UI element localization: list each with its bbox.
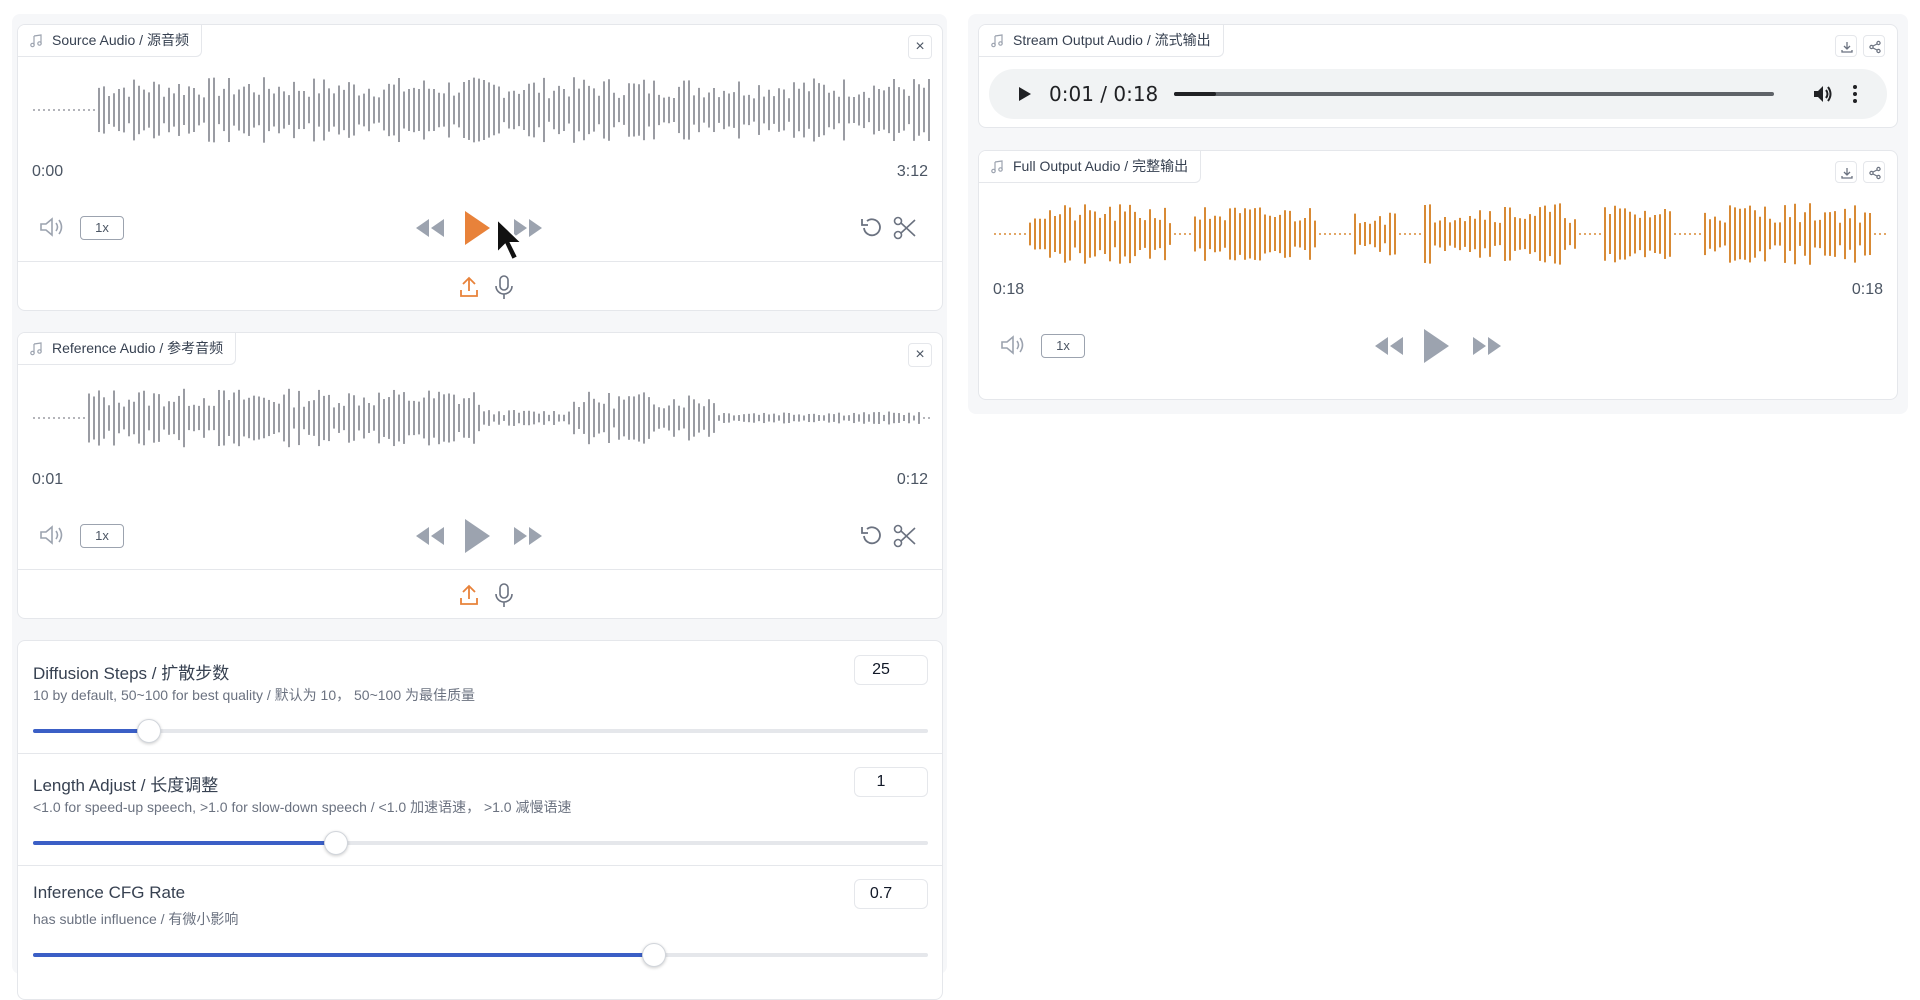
slider-track[interactable] bbox=[33, 719, 928, 743]
download-button[interactable] bbox=[1835, 35, 1857, 57]
play-icon[interactable] bbox=[462, 517, 492, 555]
mouse-cursor-icon bbox=[496, 217, 525, 262]
number-input[interactable]: 0.7 bbox=[854, 879, 928, 909]
skip-forward-icon[interactable] bbox=[511, 525, 545, 547]
slider-thumb[interactable] bbox=[323, 831, 348, 855]
slider-cfg-rate: Inference CFG Rate has subtle influence … bbox=[18, 865, 942, 977]
slider-info: has subtle influence / 有微小影响 bbox=[33, 911, 239, 927]
share-button[interactable] bbox=[1863, 161, 1885, 183]
slider-thumb[interactable] bbox=[642, 943, 667, 967]
upload-icon[interactable] bbox=[458, 275, 480, 299]
source-audio-panel: Source Audio / 源音频 × 0:00 3:12 1x bbox=[17, 24, 943, 311]
stream-output-label: Stream Output Audio / 流式输出 bbox=[979, 25, 1224, 57]
clear-button[interactable]: × bbox=[908, 35, 932, 59]
play-icon[interactable] bbox=[1421, 327, 1451, 365]
music-note-icon bbox=[991, 34, 1003, 48]
source-waveform[interactable] bbox=[32, 75, 932, 145]
volume-icon[interactable] bbox=[999, 333, 1029, 357]
slider-fill bbox=[33, 729, 150, 733]
play-icon[interactable] bbox=[1015, 85, 1033, 103]
slider-label: Length Adjust / 长度调整 bbox=[33, 776, 219, 795]
slider-info: 10 by default, 50~100 for best quality /… bbox=[33, 687, 476, 703]
reference-audio-label: Reference Audio / 参考音频 bbox=[18, 333, 237, 365]
slider-diffusion-steps: Diffusion Steps / 扩散步数 10 by default, 50… bbox=[18, 641, 942, 753]
number-input[interactable]: 25 bbox=[854, 655, 928, 685]
download-icon bbox=[1841, 42, 1853, 53]
undo-icon[interactable] bbox=[858, 215, 886, 241]
microphone-icon[interactable] bbox=[494, 582, 514, 608]
download-button[interactable] bbox=[1835, 161, 1857, 183]
current-time: 0:00 bbox=[32, 163, 64, 180]
skip-back-icon[interactable] bbox=[1372, 335, 1406, 357]
slider-fill bbox=[33, 953, 655, 957]
source-audio-label: Source Audio / 源音频 bbox=[18, 25, 202, 57]
current-time: 0:18 bbox=[993, 281, 1025, 298]
playback-rate-button[interactable]: 1x bbox=[1041, 334, 1085, 358]
divider bbox=[18, 569, 942, 570]
full-output-waveform[interactable] bbox=[993, 199, 1889, 269]
reference-audio-panel: Reference Audio / 参考音频 × 0:01 0:12 1x bbox=[17, 332, 943, 619]
slider-label: Inference CFG Rate bbox=[33, 883, 186, 902]
divider bbox=[18, 261, 942, 262]
number-input[interactable]: 1 bbox=[854, 767, 928, 797]
upload-icon[interactable] bbox=[458, 583, 480, 607]
scissors-icon[interactable] bbox=[892, 523, 918, 549]
playback-rate-button[interactable]: 1x bbox=[80, 524, 124, 548]
skip-forward-icon[interactable] bbox=[1470, 335, 1504, 357]
settings-panel: Diffusion Steps / 扩散步数 10 by default, 50… bbox=[17, 640, 943, 1000]
stream-time-display: 0:01 / 0:18 bbox=[1049, 82, 1159, 106]
download-icon bbox=[1841, 168, 1853, 179]
microphone-icon[interactable] bbox=[494, 274, 514, 300]
music-note-icon bbox=[30, 34, 42, 48]
undo-icon[interactable] bbox=[858, 523, 886, 549]
share-icon bbox=[1869, 166, 1881, 180]
music-note-icon bbox=[991, 160, 1003, 174]
full-output-panel: Full Output Audio / 完整输出 0:18 0:18 1x bbox=[978, 150, 1898, 400]
share-icon bbox=[1869, 40, 1881, 54]
more-options-icon[interactable] bbox=[1851, 82, 1859, 106]
slider-label: Diffusion Steps / 扩散步数 bbox=[33, 664, 230, 683]
stream-progress bbox=[1174, 92, 1216, 96]
duration-time: 3:12 bbox=[896, 163, 928, 180]
slider-info: <1.0 for speed-up speech, >1.0 for slow-… bbox=[33, 799, 572, 815]
volume-icon[interactable] bbox=[38, 523, 68, 547]
slider-track[interactable] bbox=[33, 831, 928, 855]
skip-back-icon[interactable] bbox=[413, 217, 447, 239]
playback-rate-button[interactable]: 1x bbox=[80, 216, 124, 240]
skip-back-icon[interactable] bbox=[413, 525, 447, 547]
scissors-icon[interactable] bbox=[892, 215, 918, 241]
slider-length-adjust: Length Adjust / 长度调整 <1.0 for speed-up s… bbox=[18, 753, 942, 865]
full-output-label: Full Output Audio / 完整输出 bbox=[979, 151, 1202, 183]
reference-waveform[interactable] bbox=[32, 383, 932, 453]
slider-track[interactable] bbox=[33, 943, 928, 967]
play-icon[interactable] bbox=[462, 209, 492, 247]
volume-icon[interactable] bbox=[38, 215, 68, 239]
stream-seek-bar[interactable] bbox=[1174, 92, 1774, 96]
right-column: Stream Output Audio / 流式输出 0:01 / 0:18 F… bbox=[968, 14, 1908, 414]
clear-button[interactable]: × bbox=[908, 343, 932, 367]
slider-thumb[interactable] bbox=[137, 719, 162, 743]
duration-time: 0:18 bbox=[1851, 281, 1883, 298]
share-button[interactable] bbox=[1863, 35, 1885, 57]
current-time: 0:01 bbox=[32, 471, 64, 488]
slider-fill bbox=[33, 841, 336, 845]
duration-time: 0:12 bbox=[896, 471, 928, 488]
music-note-icon bbox=[30, 342, 42, 356]
stream-output-panel: Stream Output Audio / 流式输出 0:01 / 0:18 bbox=[978, 24, 1898, 128]
left-column: Source Audio / 源音频 × 0:00 3:12 1x Refere… bbox=[12, 14, 947, 1000]
native-audio-player: 0:01 / 0:18 bbox=[989, 69, 1887, 119]
speaker-icon[interactable] bbox=[1811, 82, 1835, 106]
